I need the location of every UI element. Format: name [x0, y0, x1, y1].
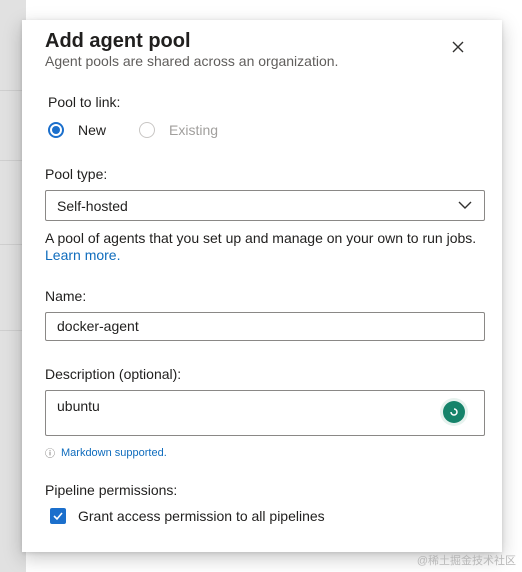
markdown-note-text[interactable]: Markdown supported.	[61, 447, 167, 459]
pool-type-help-text: A pool of agents that you set up and man…	[45, 230, 477, 246]
grant-access-label: Grant access permission to all pipelines	[78, 508, 325, 524]
radio-new-indicator[interactable]	[48, 122, 64, 138]
description-textarea[interactable]: ubuntu	[45, 390, 485, 436]
dialog-subtitle: Agent pools are shared across an organiz…	[45, 53, 339, 69]
chevron-down-icon	[458, 201, 472, 209]
pool-type-value: Self-hosted	[57, 197, 128, 214]
radio-existing-label: Existing	[169, 122, 219, 138]
grant-access-checkbox[interactable]: Grant access permission to all pipelines	[50, 508, 325, 524]
description-value: ubuntu	[57, 398, 100, 414]
grammarly-badge	[443, 401, 465, 423]
radio-new-label: New	[78, 122, 107, 138]
checkbox-indicator[interactable]	[50, 508, 66, 524]
checkmark-icon	[53, 512, 63, 521]
radio-existing-indicator[interactable]	[139, 122, 155, 138]
info-icon: ⓘ	[45, 449, 55, 460]
pool-to-link-label: Pool to link:	[48, 94, 121, 110]
watermark: @稀土掘金技术社区	[416, 555, 516, 567]
name-label: Name:	[45, 288, 87, 304]
pipeline-permissions-label: Pipeline permissions:	[45, 482, 178, 498]
dialog-title: Add agent pool	[45, 30, 191, 52]
close-icon[interactable]	[450, 39, 466, 55]
markdown-note: ⓘ Markdown supported.	[45, 445, 167, 461]
radio-new[interactable]: New	[48, 122, 106, 138]
pool-type-label: Pool type:	[45, 166, 108, 182]
add-agent-pool-dialog: Add agent pool Agent pools are shared ac…	[22, 20, 502, 552]
description-label: Description (optional):	[45, 366, 182, 382]
pool-type-dropdown[interactable]: Self-hosted	[45, 190, 485, 221]
learn-more-link[interactable]: Learn more.	[45, 247, 120, 263]
radio-existing[interactable]: Existing	[139, 122, 218, 138]
pool-type-help: A pool of agents that you set up and man…	[45, 230, 485, 264]
grammarly-check-icon	[450, 408, 458, 416]
grammarly-icon[interactable]	[440, 398, 468, 426]
name-input[interactable]: docker-agent	[45, 312, 485, 341]
